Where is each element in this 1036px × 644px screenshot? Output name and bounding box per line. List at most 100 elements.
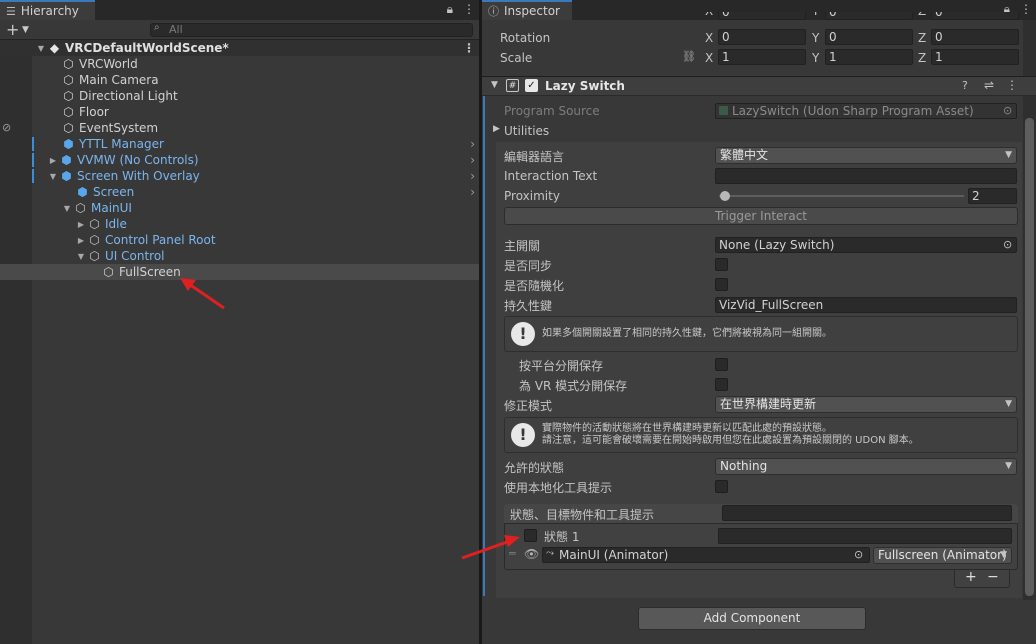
trigger-interact-button[interactable]: Trigger Interact	[504, 207, 1018, 225]
per-platform-checkbox[interactable]	[715, 358, 728, 371]
dropdown-arrow-icon: ▼	[1000, 550, 1007, 560]
axis-x-label: X	[705, 31, 714, 45]
position-y-field[interactable]: 0	[825, 12, 913, 20]
proximity-value-field[interactable]: 2	[968, 188, 1017, 204]
hierarchy-search-input[interactable]: ⌕ All	[150, 22, 473, 37]
tree-item-eventsystem[interactable]: ⬡ EventSystem	[0, 120, 479, 136]
position-z-field[interactable]: 0	[931, 12, 1019, 20]
state-1-tooltip-field[interactable]	[718, 528, 1012, 544]
master-switch-field[interactable]: None (Lazy Switch)	[715, 237, 1017, 253]
states-list-header-field[interactable]	[722, 505, 1012, 521]
scene-menu-icon[interactable]: ⋮	[463, 41, 475, 55]
position-x-field[interactable]: 0	[718, 12, 806, 20]
chevron-right-icon[interactable]: ›	[470, 153, 475, 167]
localized-tooltip-checkbox[interactable]	[715, 480, 728, 493]
chevron-right-icon[interactable]: ›	[470, 185, 475, 199]
editor-language-dropdown[interactable]: 繁體中文 ▼	[715, 147, 1017, 164]
fold-closed-icon[interactable]: ▶	[493, 124, 500, 134]
fold-closed-icon[interactable]: ▶	[76, 236, 86, 245]
fold-open-icon[interactable]: ▼	[62, 204, 72, 213]
fold-open-icon[interactable]: ▼	[48, 172, 58, 181]
component-header[interactable]: ▼ # ✓ Lazy Switch ? ⇌ ⋮	[482, 76, 1036, 96]
localized-tooltip-label: 使用本地化工具提示	[504, 480, 613, 495]
script-hash-icon: #	[506, 79, 519, 92]
scale-x-field[interactable]: 1	[718, 49, 806, 65]
allowed-states-dropdown[interactable]: Nothing ▼	[715, 458, 1017, 475]
chevron-right-icon[interactable]: ›	[470, 169, 475, 183]
per-vr-checkbox[interactable]	[715, 378, 728, 391]
target-state-dropdown[interactable]: Fullscreen (Animator) ▼	[873, 547, 1012, 564]
fold-open-icon[interactable]: ▼	[491, 80, 498, 90]
persistence-key-input[interactable]: VizVid_FullScreen	[715, 297, 1017, 313]
tree-item-floor[interactable]: ⬡ Floor	[0, 104, 479, 120]
scale-z-field[interactable]: 1	[931, 49, 1019, 65]
add-item-button[interactable]: +	[965, 569, 977, 585]
help-icon[interactable]: ?	[962, 79, 968, 92]
tree-item-yttl-manager[interactable]: ⬢ YTTL Manager ›	[0, 136, 479, 152]
position-row: X 0 Y 0 Z 0	[482, 12, 1036, 28]
hierarchy-panel: ☰ Hierarchy 🔒︎ ⋮ + ▼ ⧉ ⌕ All 👁︎ ⊘ ▼ ◆ VR…	[0, 0, 479, 644]
tree-item-screen-with-overlay[interactable]: ▼ ⬢ Screen With Overlay ›	[0, 168, 479, 184]
tree-item-screen[interactable]: ⬢ Screen ›	[0, 184, 479, 200]
tree-item-ui-control[interactable]: ▼ ⬡ UI Control	[0, 248, 479, 264]
randomize-checkbox[interactable]	[715, 278, 728, 291]
axis-z-label: Z	[918, 31, 927, 45]
rotation-x-field[interactable]: 0	[718, 29, 806, 45]
program-source-row: Program Source LazySwitch (Udon Sharp Pr…	[482, 101, 1036, 121]
prefab-cube-icon: ⬢	[77, 184, 88, 199]
more-menu-icon[interactable]: ⋮	[463, 2, 475, 17]
rotation-z-field[interactable]: 0	[931, 29, 1019, 45]
rotation-y-field[interactable]: 0	[825, 29, 913, 45]
chevron-right-icon[interactable]: ›	[470, 137, 475, 151]
create-dropdown-icon[interactable]: ▼	[22, 22, 29, 38]
tree-item-label: Idle	[105, 217, 127, 231]
fold-open-icon[interactable]: ▼	[36, 44, 46, 53]
constrain-proportions-link-icon[interactable]: ⛓︎	[682, 50, 696, 63]
editor-language-label: 編輯器語言	[504, 149, 565, 164]
add-component-button[interactable]: Add Component	[638, 607, 866, 630]
component-menu-icon[interactable]: ⋮	[1006, 78, 1018, 92]
proximity-slider-thumb[interactable]	[720, 191, 730, 201]
scene-row[interactable]: ▼ ◆ VRCDefaultWorldScene* ⋮	[0, 40, 479, 56]
interaction-text-input[interactable]	[715, 168, 1017, 184]
object-picker-icon[interactable]: ⊙	[1003, 104, 1012, 117]
gameobject-cube-icon: ⬡	[89, 232, 100, 247]
preset-sliders-icon[interactable]: ⇌	[984, 78, 994, 92]
target-object-row: ═ 👁︎ MainUI (Animator) ⤳ ⊙ Fullscreen (A…	[504, 546, 1018, 566]
create-add-icon[interactable]: +	[6, 20, 19, 39]
tree-item-vvmw[interactable]: ▶ ⬢ VVMW (No Controls) ›	[0, 152, 479, 168]
lock-icon[interactable]: 🔒︎	[447, 2, 453, 17]
proximity-slider-track[interactable]	[719, 195, 964, 197]
tab-label: Hierarchy	[20, 4, 79, 18]
object-picker-icon[interactable]: ⊙	[854, 548, 863, 561]
component-enabled-checkbox[interactable]: ✓	[525, 79, 538, 92]
sync-row: 是否同步	[482, 255, 1036, 275]
program-source-field[interactable]: LazySwitch (Udon Sharp Program Asset)	[715, 103, 1017, 119]
fold-open-icon[interactable]: ▼	[76, 252, 86, 261]
states-list-header: 狀態、目標物件和工具提示	[504, 504, 1018, 524]
tree-item-directional-light[interactable]: ⬡ Directional Light	[0, 88, 479, 104]
tree-item-vrcworld[interactable]: ⬡ VRCWorld	[0, 56, 479, 72]
utilities-label: Utilities	[504, 124, 550, 138]
fold-closed-icon[interactable]: ▶	[48, 156, 58, 165]
tree-item-mainui[interactable]: ▼ ⬡ MainUI	[0, 200, 479, 216]
proximity-row: Proximity 2	[482, 186, 1036, 206]
remove-item-button[interactable]: −	[987, 569, 999, 585]
tree-item-control-panel-root[interactable]: ▶ ⬡ Control Panel Root	[0, 232, 479, 248]
fold-closed-icon[interactable]: ▶	[76, 220, 86, 229]
component-title: Lazy Switch	[545, 79, 625, 93]
tree-item-label: Control Panel Root	[105, 233, 216, 247]
tab-hierarchy[interactable]: ☰ Hierarchy	[0, 0, 95, 20]
prefab-override-bar	[32, 169, 34, 183]
unity-scene-icon: ◆	[49, 40, 60, 55]
fix-mode-dropdown[interactable]: 在世界構建時更新 ▼	[715, 396, 1017, 413]
sync-checkbox[interactable]	[715, 258, 728, 271]
scale-y-field[interactable]: 1	[825, 49, 913, 65]
tree-item-idle[interactable]: ▶ ⬡ Idle	[0, 216, 479, 232]
utilities-foldout[interactable]: ▶ Utilities	[482, 121, 1036, 141]
tree-item-main-camera[interactable]: ⬡ Main Camera	[0, 72, 479, 88]
rotation-row: Rotation X 0 Y 0 Z 0	[482, 28, 1036, 48]
object-picker-icon[interactable]: ⊙	[1003, 238, 1012, 251]
target-object-field[interactable]: MainUI (Animator)	[542, 547, 870, 563]
tree-item-fullscreen[interactable]: ⬡ FullScreen	[0, 264, 479, 280]
